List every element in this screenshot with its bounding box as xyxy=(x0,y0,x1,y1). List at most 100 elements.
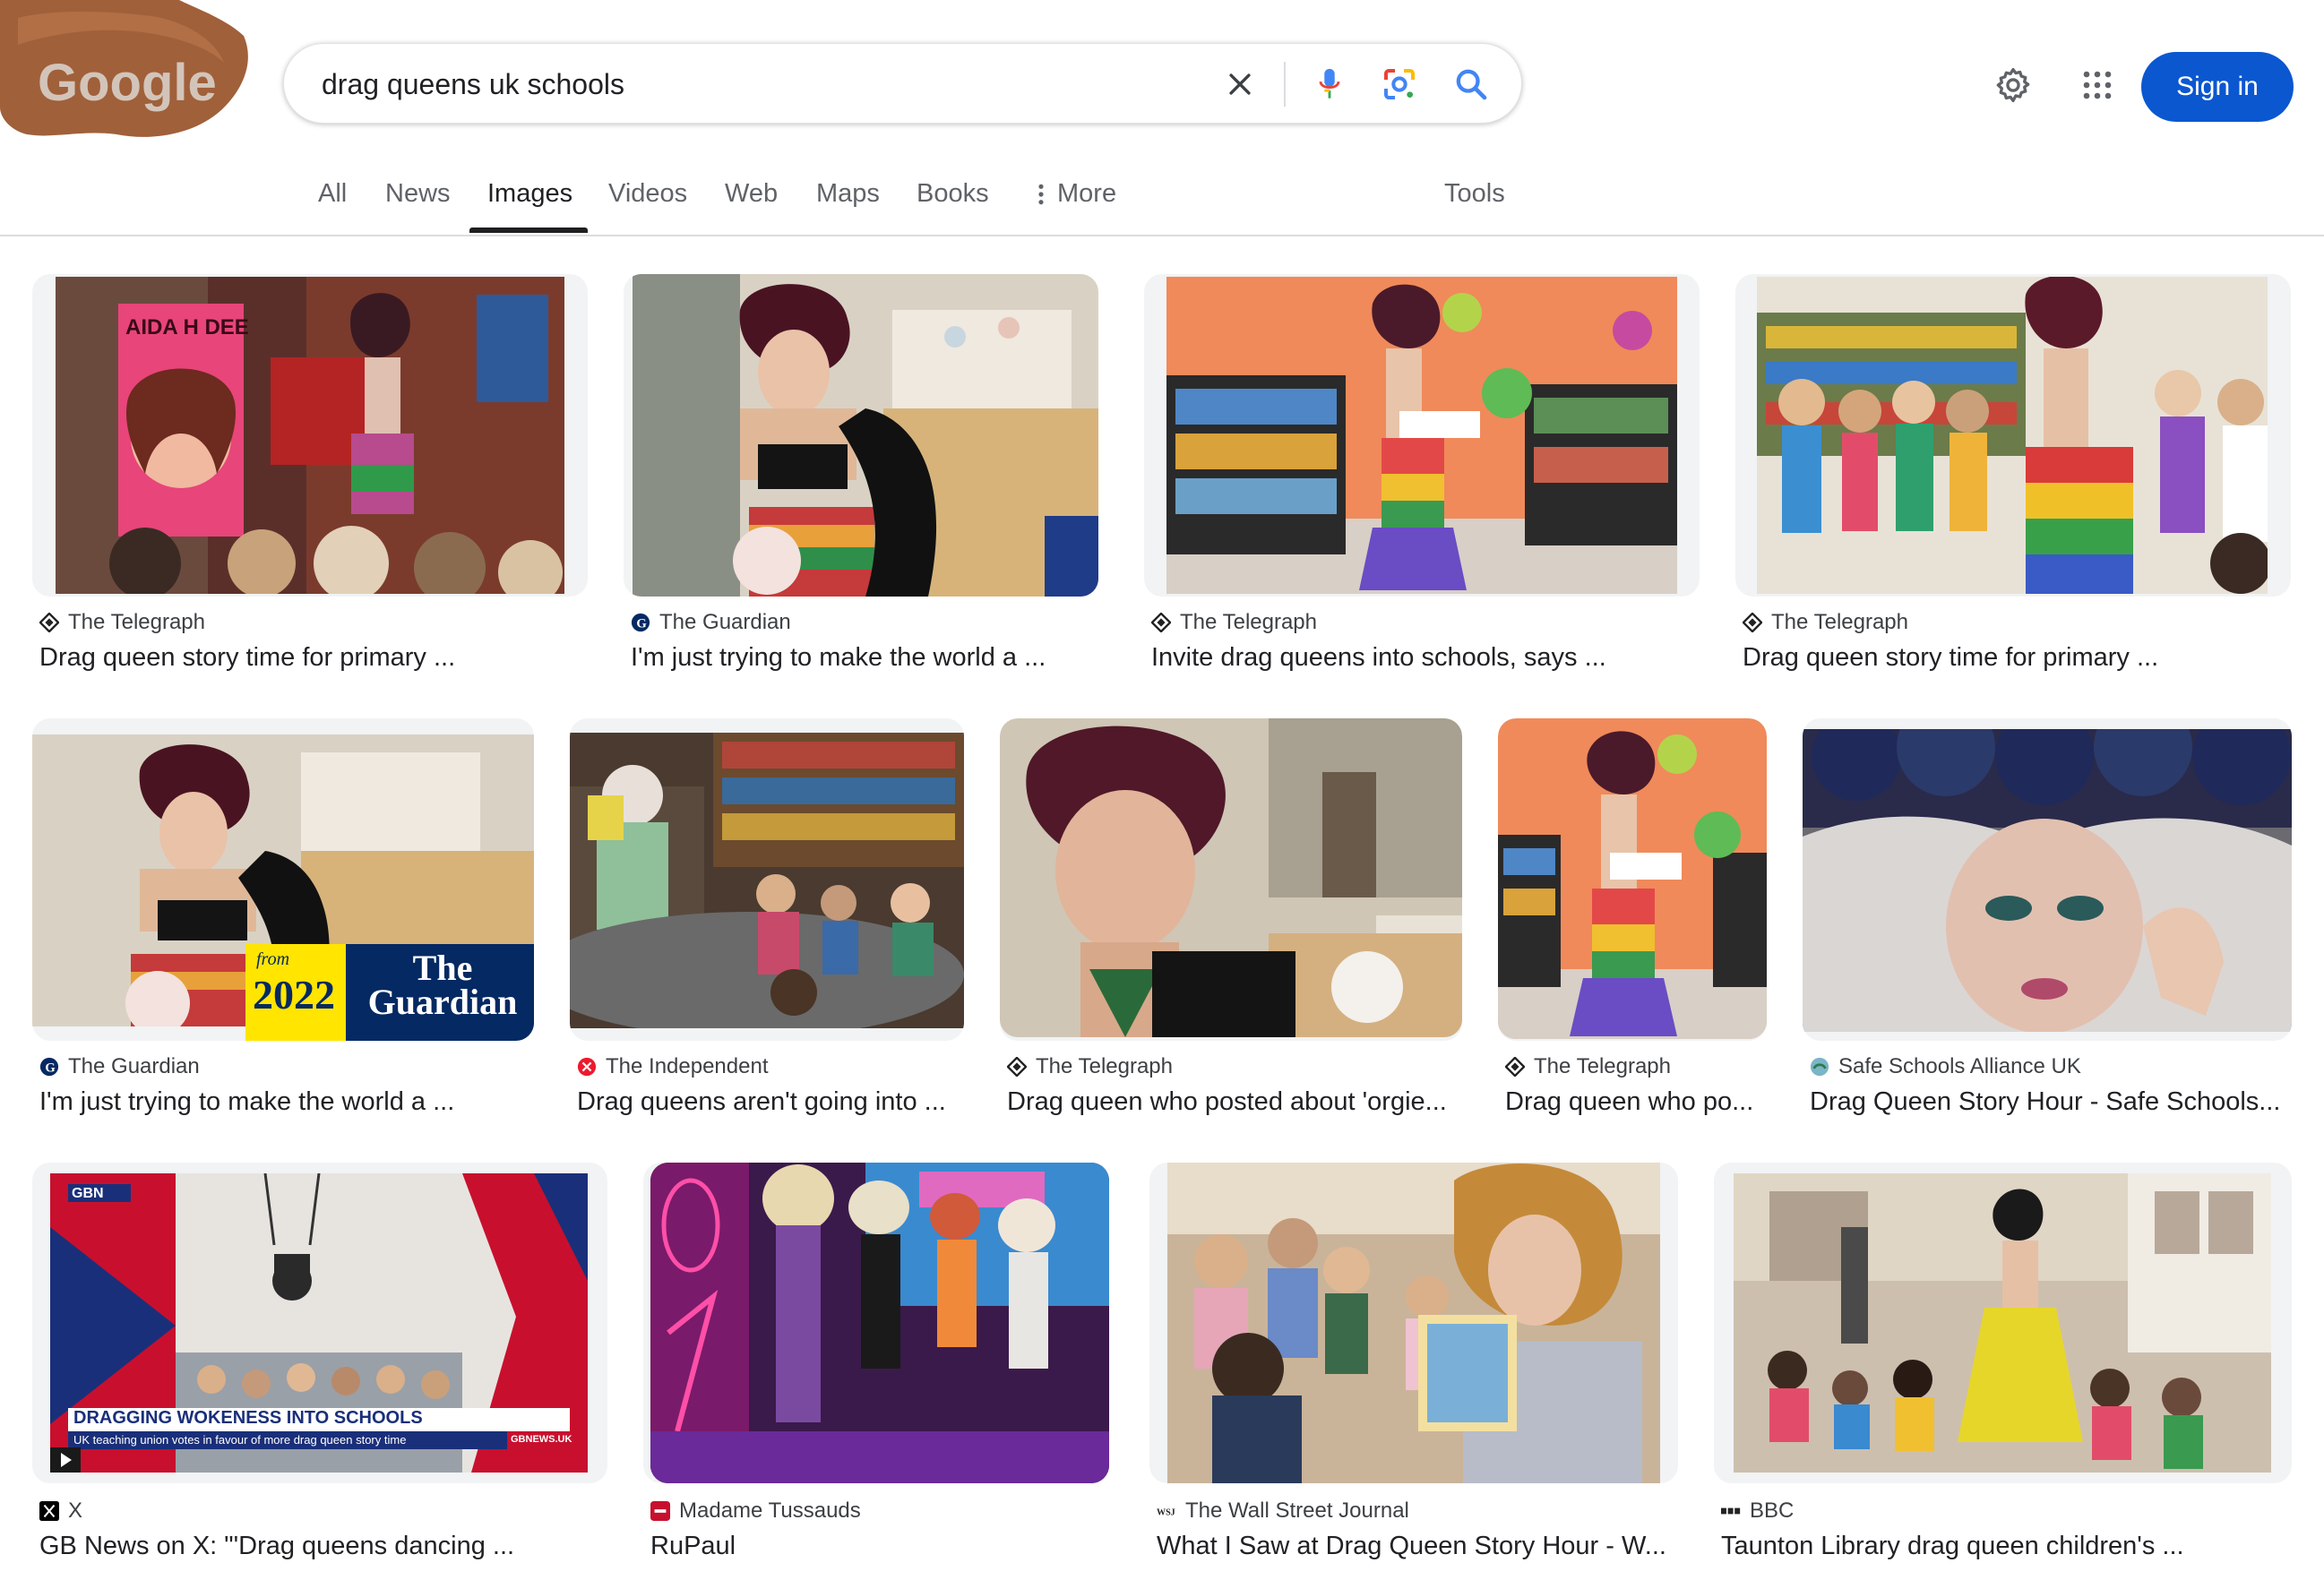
result-title[interactable]: GB News on X: "'Drag queens dancing ... xyxy=(39,1532,604,1561)
result-card[interactable]: from 2022 The Guardian G The Guardian I'… xyxy=(32,718,534,1130)
result-source[interactable]: The Telegraph xyxy=(1007,1054,1173,1079)
result-thumbnail[interactable] xyxy=(624,274,1098,597)
independent-icon xyxy=(577,1057,597,1077)
result-source[interactable]: The Telegraph xyxy=(1151,610,1317,635)
tab-more-label: More xyxy=(1057,179,1117,208)
tab-web[interactable]: Web xyxy=(725,179,778,209)
result-title[interactable]: I'm just trying to make the world a ... xyxy=(631,643,1097,673)
result-thumbnail[interactable] xyxy=(1735,274,2291,597)
active-tab-indicator xyxy=(469,228,588,233)
google-logo[interactable]: Google xyxy=(0,0,253,142)
result-source[interactable]: The Independent xyxy=(577,1054,769,1079)
clear-icon[interactable] xyxy=(1219,64,1261,105)
apps-grid-icon[interactable] xyxy=(2075,63,2120,107)
badge-year-label: 2022 xyxy=(253,972,335,1018)
result-card[interactable]: The Telegraph Invite drag queens into sc… xyxy=(1144,274,1700,686)
thumbnail-channel-logo: GBN xyxy=(72,1186,104,1201)
result-source[interactable]: Safe Schools Alliance UK xyxy=(1810,1054,2081,1079)
result-thumbnail[interactable] xyxy=(570,718,964,1041)
result-title[interactable]: What I Saw at Drag Queen Story Hour - W.… xyxy=(1157,1532,1676,1561)
search-box xyxy=(283,43,1522,124)
madame-tussauds-icon xyxy=(650,1501,670,1521)
telegraph-icon xyxy=(1151,613,1171,632)
x-icon xyxy=(39,1501,59,1521)
thumbnail-ticker: UK teaching union votes in favour of mor… xyxy=(73,1433,407,1447)
result-thumbnail[interactable]: from 2022 The Guardian xyxy=(32,718,534,1041)
result-thumbnail[interactable] xyxy=(1000,718,1462,1041)
result-card[interactable]: WSJ The Wall Street Journal What I Saw a… xyxy=(1149,1163,1678,1575)
result-source[interactable]: WSJ The Wall Street Journal xyxy=(1157,1498,1409,1524)
result-title[interactable]: Drag queen story time for primary ... xyxy=(39,643,577,673)
result-source-name: BBC xyxy=(1750,1498,1795,1523)
logo-text: Google xyxy=(38,54,217,112)
result-title[interactable]: I'm just trying to make the world a ... xyxy=(39,1087,532,1117)
result-card[interactable]: BBC Taunton Library drag queen children'… xyxy=(1714,1163,2292,1575)
result-card[interactable]: The Telegraph Drag queen story time for … xyxy=(1735,274,2291,686)
svg-text:G: G xyxy=(636,617,646,631)
settings-gear-icon[interactable] xyxy=(1991,63,2036,107)
result-title[interactable]: Drag queens aren't going into ... xyxy=(577,1087,958,1117)
result-title[interactable]: Drag Queen Story Hour - Safe Schools... xyxy=(1810,1087,2290,1117)
result-thumbnail[interactable]: DRAGGING WOKENESS INTO SCHOOLS UK teachi… xyxy=(32,1163,607,1483)
result-card[interactable]: DRAGGING WOKENESS INTO SCHOOLS UK teachi… xyxy=(32,1163,607,1575)
result-source-name: The Telegraph xyxy=(1771,610,1908,634)
more-vert-icon xyxy=(1038,184,1044,204)
result-card[interactable]: The Telegraph Drag queen who posted abou… xyxy=(1000,718,1462,1130)
result-card[interactable]: Madame Tussauds RuPaul xyxy=(643,1163,1109,1575)
tab-videos[interactable]: Videos xyxy=(608,179,687,209)
result-card[interactable]: Safe Schools Alliance UK Drag Queen Stor… xyxy=(1803,718,2292,1130)
result-card[interactable]: G The Guardian I'm just trying to make t… xyxy=(624,274,1098,686)
microphone-icon[interactable] xyxy=(1309,64,1350,105)
badge-from-label: from xyxy=(256,949,290,969)
tab-maps[interactable]: Maps xyxy=(816,179,880,209)
tools-button[interactable]: Tools xyxy=(1444,179,1505,209)
tab-more[interactable]: More xyxy=(1037,179,1116,209)
tab-images[interactable]: Images xyxy=(487,179,572,209)
tab-books[interactable]: Books xyxy=(917,179,989,209)
result-title[interactable]: Taunton Library drag queen children's ..… xyxy=(1721,1532,2277,1561)
svg-text:G: G xyxy=(45,1061,55,1076)
result-source[interactable]: BBC xyxy=(1721,1498,1794,1524)
result-thumbnail[interactable] xyxy=(1149,1163,1678,1483)
telegraph-icon xyxy=(1007,1057,1027,1077)
result-title[interactable]: Drag queen story time for primary ... xyxy=(1743,643,2280,673)
result-title[interactable]: RuPaul xyxy=(650,1532,1098,1561)
thumbnail-poster-text: AIDA H DEE xyxy=(125,315,249,339)
result-card[interactable]: AIDA H DEE The Telegraph Drag queen stor… xyxy=(32,274,588,686)
tab-news[interactable]: News xyxy=(385,179,451,209)
result-source-name: The Guardian xyxy=(659,610,791,634)
result-source[interactable]: The Telegraph xyxy=(39,610,205,635)
lens-icon[interactable] xyxy=(1379,64,1420,105)
wsj-icon: WSJ xyxy=(1157,1501,1176,1521)
result-thumbnail[interactable] xyxy=(1803,718,2292,1041)
safe-schools-icon xyxy=(1810,1057,1829,1077)
result-card[interactable]: The Telegraph Drag queen who po... xyxy=(1498,718,1767,1130)
result-thumbnail[interactable]: AIDA H DEE xyxy=(32,274,588,597)
thumbnail-site-tag: GBNEWS.UK xyxy=(511,1434,572,1445)
result-source[interactable]: G The Guardian xyxy=(39,1054,200,1079)
result-title[interactable]: Invite drag queens into schools, says ..… xyxy=(1151,643,1689,673)
result-source-name: The Guardian xyxy=(68,1054,200,1078)
result-thumbnail[interactable] xyxy=(1144,274,1700,597)
result-thumbnail[interactable] xyxy=(1714,1163,2292,1483)
result-source-name: Safe Schools Alliance UK xyxy=(1838,1054,2081,1078)
google-doodle-logo: Google xyxy=(0,0,248,137)
tab-all[interactable]: All xyxy=(318,179,347,209)
tabs-divider xyxy=(0,235,2324,236)
result-source[interactable]: G The Guardian xyxy=(631,610,791,635)
result-thumbnail[interactable] xyxy=(643,1163,1109,1483)
result-card[interactable]: The Independent Drag queens aren't going… xyxy=(570,718,964,1130)
result-source[interactable]: The Telegraph xyxy=(1743,610,1908,635)
result-source[interactable]: X xyxy=(39,1498,82,1524)
result-source[interactable]: The Telegraph xyxy=(1505,1054,1671,1079)
search-input[interactable] xyxy=(320,67,1130,102)
telegraph-icon xyxy=(1505,1057,1525,1077)
result-source[interactable]: Madame Tussauds xyxy=(650,1498,861,1524)
search-divider xyxy=(1284,62,1286,107)
result-title[interactable]: Drag queen who posted about 'orgie... xyxy=(1007,1087,1455,1117)
result-source-name: Madame Tussauds xyxy=(679,1498,861,1523)
sign-in-button[interactable]: Sign in xyxy=(2141,52,2294,122)
result-thumbnail[interactable] xyxy=(1498,718,1767,1041)
search-icon[interactable] xyxy=(1450,64,1492,105)
result-title[interactable]: Drag queen who po... xyxy=(1505,1087,1767,1117)
